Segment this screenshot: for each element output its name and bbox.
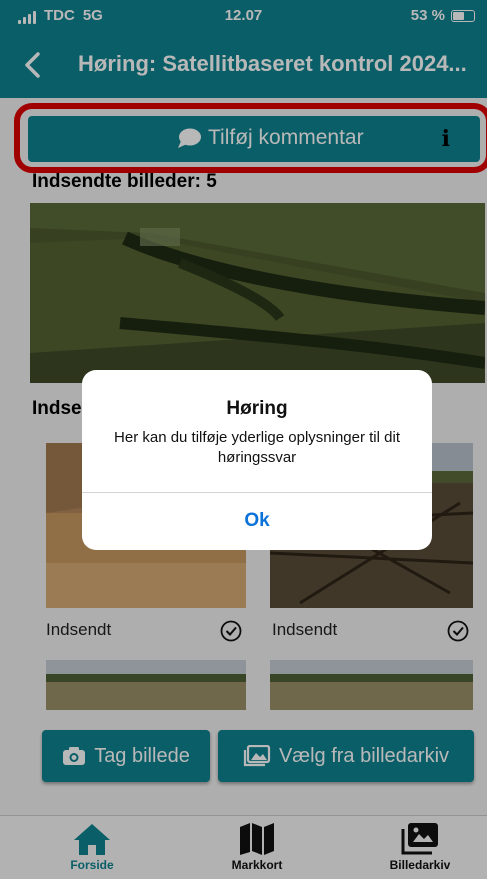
dialog-title: Høring xyxy=(226,398,288,419)
alert-dialog: Høring Her kan du tilføje yderlige oplys… xyxy=(82,370,432,550)
dialog-ok-button[interactable]: Ok xyxy=(82,492,432,550)
dialog-message: Her kan du tilføje yderlige oplysninger … xyxy=(114,429,400,466)
